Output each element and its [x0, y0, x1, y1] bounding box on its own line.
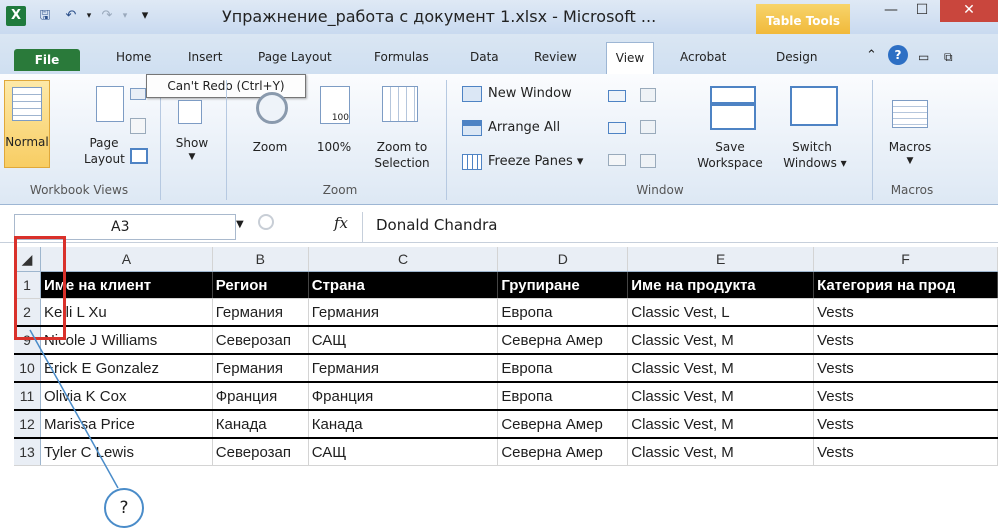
question-callout: ? [104, 488, 144, 528]
callout-pointer-line [29, 329, 119, 489]
